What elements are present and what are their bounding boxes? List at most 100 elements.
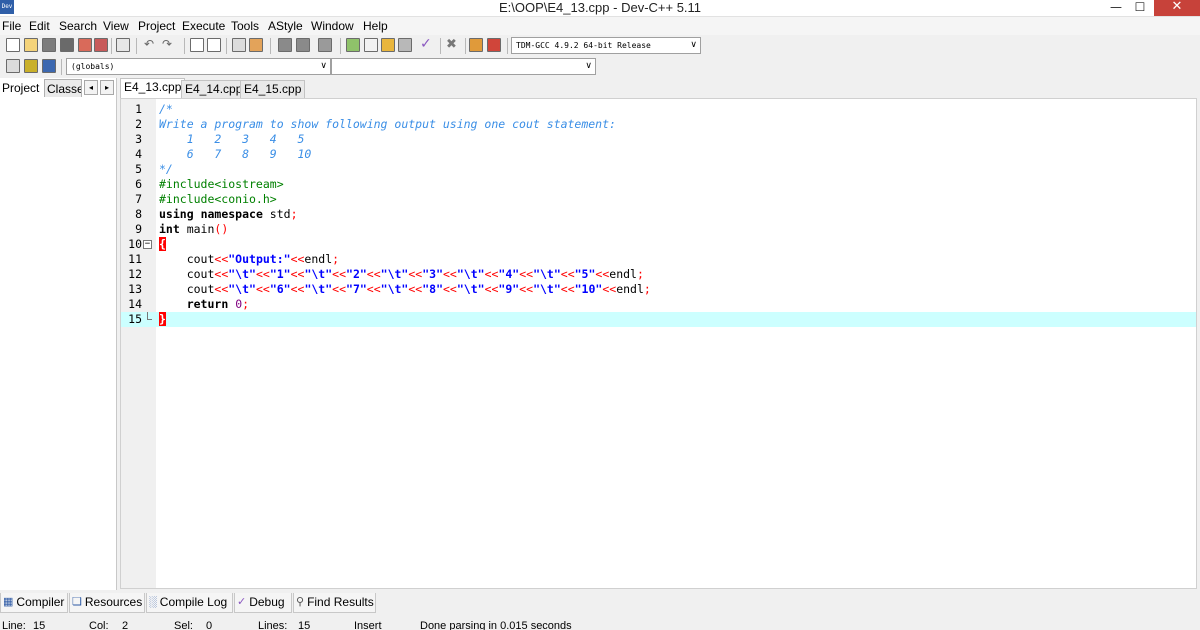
main-toolbar: ↶ ↷ ✓ ✖ TDM-GCC 4.9.2 64-bit Release ∨ — [0, 35, 1200, 57]
tab-compile-log[interactable]: ░ Compile Log — [146, 593, 233, 613]
goto-icon[interactable] — [42, 59, 56, 73]
prev-page-icon[interactable] — [278, 38, 292, 52]
toolbar-separator — [270, 38, 271, 54]
scope-select[interactable]: (globals) ∨ — [66, 58, 331, 75]
close-file-icon[interactable] — [78, 38, 92, 52]
tab-find-results-label: Find Results — [307, 595, 374, 609]
code-line[interactable]: 8 using namespace std; — [121, 207, 1196, 222]
code-line[interactable]: 15} — [121, 312, 1196, 327]
tab-e4-14[interactable]: E4_14.cpp — [181, 80, 247, 98]
menu-window[interactable]: Window — [311, 18, 354, 34]
tab-e4-15[interactable]: E4_15.cpp — [240, 80, 306, 98]
tab-resources[interactable]: ❏ Resources — [69, 593, 145, 613]
code-editor[interactable]: 1 /* 2 Write a program to show following ou… — [120, 98, 1197, 589]
tab-classes[interactable]: Classes — [44, 79, 82, 97]
tab-debug[interactable]: ✓ Debug — [234, 593, 292, 613]
tab-find-results[interactable]: ⚲ Find Results — [293, 593, 376, 613]
menu-file[interactable]: File — [2, 18, 21, 34]
code-line[interactable]: 7 #include<conio.h> — [121, 192, 1196, 207]
toolbar-separator — [111, 38, 112, 54]
menu-tools[interactable]: Tools — [231, 18, 259, 34]
menu-help[interactable]: Help — [363, 18, 388, 34]
toolbar-separator — [507, 38, 508, 54]
line-number: 2 — [135, 117, 142, 131]
code-text: /* — [159, 102, 173, 116]
find-icon[interactable] — [190, 38, 204, 52]
grid-icon: ▦ — [3, 596, 14, 609]
code-line[interactable]: 11 cout<<"Output:"<<endl; — [121, 252, 1196, 267]
close-button[interactable]: ✕ — [1154, 0, 1200, 16]
fold-collapse-icon[interactable]: − — [143, 240, 152, 249]
compiler-select[interactable]: TDM-GCC 4.9.2 64-bit Release ∨ — [511, 37, 701, 54]
editor-tab-bar: E4_13.cpp E4_14.cpp E4_15.cpp — [117, 78, 1200, 98]
code-text: Write a program to show following output… — [159, 117, 616, 131]
status-message: Done parsing in 0.015 seconds — [420, 620, 572, 630]
menu-execute[interactable]: Execute — [182, 18, 225, 34]
chevron-down-icon: ∨ — [585, 61, 592, 71]
menu-project[interactable]: Project — [138, 18, 175, 34]
compile-icon[interactable] — [346, 38, 360, 52]
code-line[interactable]: 13 cout<<"\t"<<"6"<<"\t"<<"7"<<"\t"<<"8"… — [121, 282, 1196, 297]
indent-icon[interactable] — [232, 38, 246, 52]
code-line[interactable]: 4 6 7 8 9 10 — [121, 147, 1196, 162]
code-line[interactable]: 3 1 2 3 4 5 — [121, 132, 1196, 147]
undo-icon[interactable]: ↶ — [144, 38, 158, 52]
rebuild-all-icon[interactable] — [398, 38, 412, 52]
toolbar-separator — [184, 38, 185, 54]
code-line[interactable]: 6 #include<iostream> — [121, 177, 1196, 192]
code-line[interactable]: 5 */ — [121, 162, 1196, 177]
line-number: 6 — [135, 177, 142, 191]
bar-chart-icon: ░ — [149, 596, 157, 609]
status-lines-label: Lines: — [258, 620, 288, 630]
save-all-icon[interactable] — [60, 38, 74, 52]
status-col-label: Col: — [89, 620, 109, 630]
line-number: 9 — [135, 222, 142, 236]
symbol-select[interactable]: ∨ — [331, 58, 596, 75]
toolbar-separator — [136, 38, 137, 54]
profile-icon[interactable] — [469, 38, 483, 52]
tab-compiler[interactable]: ▦ Compiler — [0, 593, 68, 613]
new-file-icon[interactable] — [6, 38, 20, 52]
compile-run-icon[interactable] — [381, 38, 395, 52]
code-line[interactable]: 2 Write a program to show following outpu… — [121, 117, 1196, 132]
tab-e4-13[interactable]: E4_13.cpp — [120, 78, 186, 98]
menu-astyle[interactable]: AStyle — [268, 18, 303, 34]
menu-view[interactable]: View — [103, 18, 129, 34]
tab-project[interactable]: Project — [2, 79, 39, 97]
toolbar-separator — [465, 38, 466, 54]
insert-icon[interactable] — [6, 59, 20, 73]
goto-line-icon[interactable] — [249, 38, 263, 52]
code-text: { — [159, 237, 166, 251]
close-all-icon[interactable] — [94, 38, 108, 52]
code-text: #include<iostream> — [159, 177, 284, 191]
toggle-bookmark-icon[interactable] — [318, 38, 332, 52]
toggle-icon[interactable] — [24, 59, 38, 73]
replace-icon[interactable] — [207, 38, 221, 52]
redo-icon[interactable]: ↷ — [162, 38, 176, 52]
chevron-down-icon: ∨ — [690, 40, 697, 50]
menu-edit[interactable]: Edit — [29, 18, 50, 34]
toolbar-separator — [61, 59, 62, 75]
code-line[interactable]: 1 /* — [121, 102, 1196, 117]
menu-search[interactable]: Search — [59, 18, 97, 34]
run-icon[interactable] — [364, 38, 378, 52]
maximize-button[interactable]: ☐ — [1126, 0, 1154, 16]
menu-bar: File Edit Search View Project Execute To… — [0, 17, 1200, 35]
save-icon[interactable] — [42, 38, 56, 52]
tab-scroll-right-icon[interactable]: ▸ — [100, 80, 114, 95]
stop-execution-icon[interactable]: ✖ — [446, 38, 460, 52]
scope-select-value: (globals) — [71, 62, 115, 71]
code-line[interactable]: 10−{ — [121, 237, 1196, 252]
code-line[interactable]: 14 return 0; — [121, 297, 1196, 312]
status-col-value: 2 — [122, 620, 129, 630]
project-panel: Project Classes ◂ ▸ — [0, 78, 117, 590]
code-line[interactable]: 9 int main() — [121, 222, 1196, 237]
next-page-icon[interactable] — [296, 38, 310, 52]
code-line[interactable]: 12 cout<<"\t"<<"1"<<"\t"<<"2"<<"\t"<<"3"… — [121, 267, 1196, 282]
print-icon[interactable] — [116, 38, 130, 52]
delete-profile-icon[interactable] — [487, 38, 501, 52]
tab-scroll-left-icon[interactable]: ◂ — [84, 80, 98, 95]
find-icon: ⚲ — [296, 596, 305, 609]
open-file-icon[interactable] — [24, 38, 38, 52]
syntax-check-icon[interactable]: ✓ — [420, 37, 434, 52]
